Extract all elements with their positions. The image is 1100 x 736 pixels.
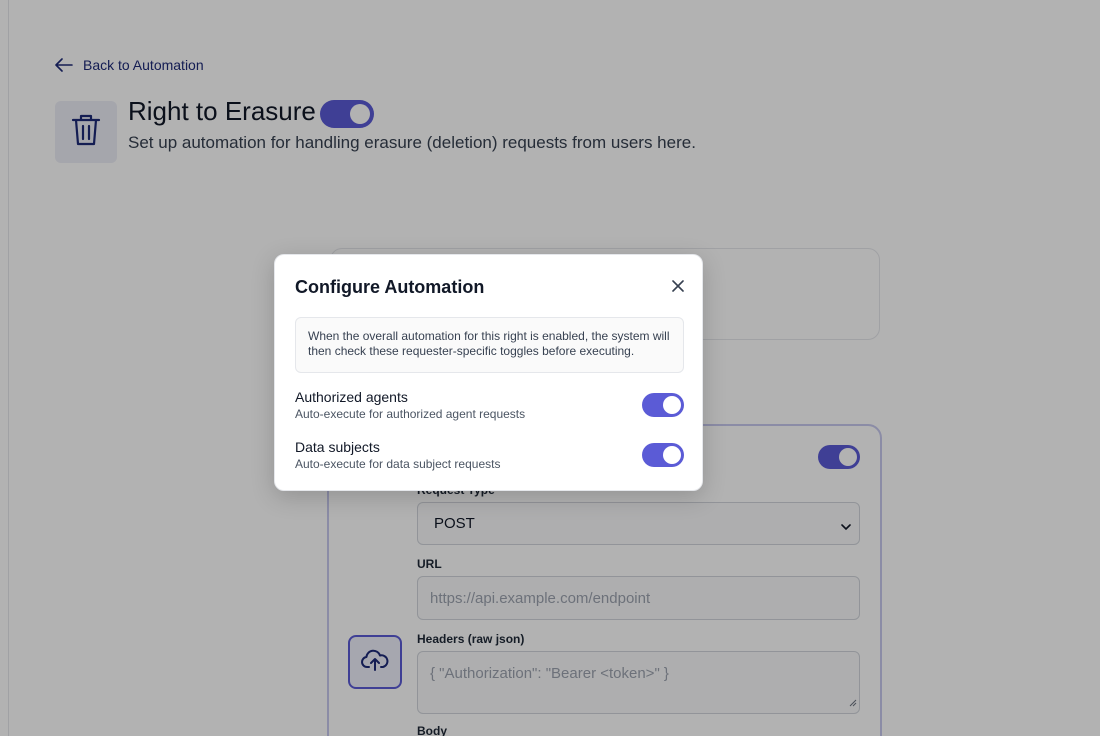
- option-description-data-subjects: Auto-execute for data subject requests: [295, 457, 501, 471]
- page: Back to Automation Right to Erasure Set …: [0, 0, 1100, 736]
- option-title-authorized-agents: Authorized agents: [295, 389, 408, 405]
- close-button[interactable]: [669, 279, 687, 297]
- option-description-authorized-agents: Auto-execute for authorized agent reques…: [295, 407, 526, 421]
- option-title-data-subjects: Data subjects: [295, 439, 380, 455]
- data-subjects-toggle[interactable]: [642, 443, 684, 467]
- configure-automation-modal: Configure Automation When the overall au…: [274, 254, 703, 491]
- toggle-knob: [663, 396, 681, 414]
- authorized-agents-toggle[interactable]: [642, 393, 684, 417]
- toggle-knob: [663, 446, 681, 464]
- modal-title: Configure Automation: [295, 277, 485, 297]
- info-message: When the overall automation for this rig…: [295, 317, 684, 373]
- close-icon: [672, 279, 684, 297]
